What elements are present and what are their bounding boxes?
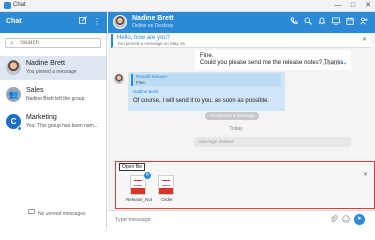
sidebar-title: Chat xyxy=(6,18,22,25)
emoji-icon[interactable] xyxy=(341,215,351,225)
screen-share-icon[interactable] xyxy=(330,17,341,28)
quoted-text: Fine. xyxy=(136,80,147,85)
remove-file-icon[interactable]: ✕ xyxy=(144,172,151,179)
day-separator: Today xyxy=(229,126,243,132)
phone-icon[interactable] xyxy=(288,17,299,28)
file-attachment[interactable]: Order xyxy=(154,175,180,207)
close-window-button[interactable]: ✕ xyxy=(361,0,375,11)
unread-status: No unread messages xyxy=(0,208,106,220)
conversation-pane: Nadine Brett Online on Desktop Hello, ho… xyxy=(108,12,375,229)
outgoing-message[interactable]: Fine. Could you please send me the relea… xyxy=(195,50,351,70)
contact-name[interactable]: Nadine Brett xyxy=(132,14,174,23)
minimize-button[interactable]: — xyxy=(331,0,345,11)
search-box[interactable]: ⌕ xyxy=(5,38,101,48)
chat-name: Nadine Brett xyxy=(26,60,65,67)
attach-icon[interactable] xyxy=(329,215,339,225)
unread-status-text: No unread messages xyxy=(38,211,86,217)
pdf-file-icon xyxy=(130,175,146,195)
window-titlebar: Chat — □ ✕ xyxy=(0,0,375,12)
pinned-message-meta: You pinned a message on May 16 xyxy=(117,41,185,46)
chat-name: Sales xyxy=(26,87,44,94)
chat-preview: You: This group has been nam... xyxy=(26,123,98,129)
read-receipt-icon: ✓✓ xyxy=(339,61,348,67)
chat-list-item-nadine-brett[interactable]: Nadine Brett You pinned a message xyxy=(0,56,106,80)
window-title: Chat xyxy=(13,2,26,8)
calendar-icon[interactable] xyxy=(344,17,355,28)
chat-bubble-icon xyxy=(28,208,35,220)
system-message: You pinned a message xyxy=(205,112,259,120)
close-icon[interactable]: ✕ xyxy=(362,36,367,44)
chat-list-item-marketing[interactable]: C Marketing You: This group has been nam… xyxy=(0,110,106,134)
file-attachment[interactable]: ✕ Release_Note... xyxy=(126,172,152,207)
file-upload-panel: Open file ✕ ✕ Release_Note... Order xyxy=(115,161,375,209)
group-icon: 👥 xyxy=(6,87,21,102)
chat-name: Marketing xyxy=(26,114,57,121)
chat-app-icon xyxy=(4,2,11,9)
maximize-button[interactable]: □ xyxy=(346,0,360,11)
deleted-message: Message deleted xyxy=(194,137,351,147)
kebab-menu-icon[interactable]: ⋮ xyxy=(91,16,103,28)
bell-icon[interactable] xyxy=(316,17,327,28)
close-icon[interactable]: ✕ xyxy=(363,171,368,179)
new-chat-icon[interactable] xyxy=(77,16,89,28)
sender-avatar xyxy=(114,74,124,84)
contact-status: Online on Desktop xyxy=(132,23,174,29)
message-text: Fine. xyxy=(200,53,214,59)
sidebar-header: Chat ⋮ xyxy=(0,12,107,33)
file-name: Release_Note... xyxy=(126,197,152,202)
chat-preview: You pinned a message xyxy=(26,69,77,75)
message-time: 10:52 AM xyxy=(322,61,339,66)
add-user-icon[interactable] xyxy=(358,17,369,28)
send-button[interactable]: ➤ xyxy=(354,214,365,225)
pdf-file-icon xyxy=(158,175,174,195)
deleted-message-text: Message deleted xyxy=(199,139,234,144)
message-text: Of course, I will send it to you, as soo… xyxy=(133,98,270,104)
chat-list-item-sales[interactable]: 👥 Sales Nadine Brett left the group xyxy=(0,83,106,107)
message-input[interactable] xyxy=(115,215,325,225)
search-input[interactable] xyxy=(20,39,98,47)
search-icon: ⌕ xyxy=(10,40,14,47)
message-composer: ➤ xyxy=(108,210,375,229)
status-dot xyxy=(17,126,22,131)
open-file-tooltip: Open file xyxy=(119,163,146,171)
quoted-message[interactable]: Ronald Krauser Fine. xyxy=(131,74,281,86)
pinned-message-banner[interactable]: Hello, how are you? You pinned a message… xyxy=(111,34,371,48)
conversation-header: Nadine Brett Online on Desktop xyxy=(108,12,375,33)
avatar xyxy=(6,60,21,75)
chat-sidebar: Chat ⋮ ⌕ Nadine Brett You pinned a messa… xyxy=(0,12,107,229)
chat-preview: Nadine Brett left the group xyxy=(26,96,85,102)
search-icon[interactable] xyxy=(302,17,313,28)
contact-avatar[interactable] xyxy=(113,15,127,29)
file-name: Order xyxy=(161,197,173,202)
incoming-message[interactable]: Ronald Krauser Fine. Nadine Brett Of cou… xyxy=(128,72,285,111)
message-sender: Nadine Brett xyxy=(133,89,159,94)
